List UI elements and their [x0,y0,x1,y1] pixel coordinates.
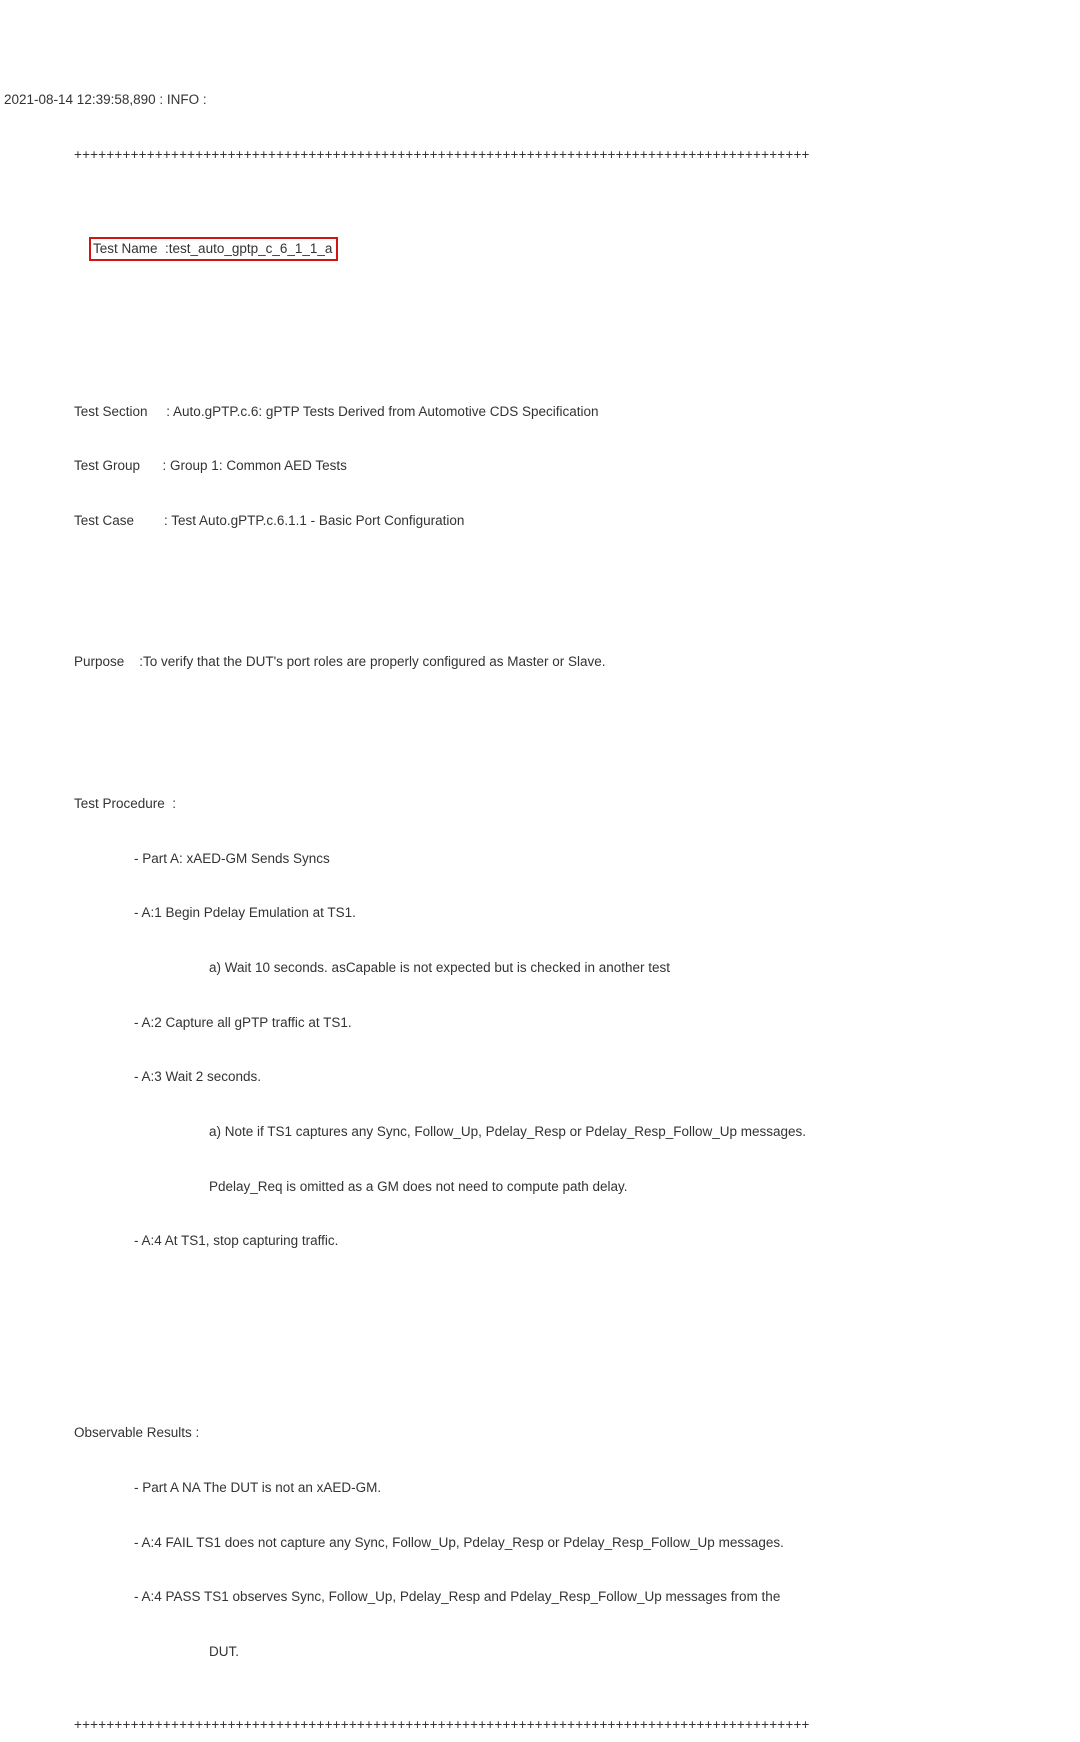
separator-bottom: ++++++++++++++++++++++++++++++++++++++++… [4,1716,1076,1734]
separator-top: ++++++++++++++++++++++++++++++++++++++++… [4,146,1076,164]
obs-line: - A:4 FAIL TS1 does not capture any Sync… [4,1534,1076,1552]
tp-step: - A:4 At TS1, stop capturing traffic. [4,1232,1076,1250]
tp-step: - A:1 Begin Pdelay Emulation at TS1. [4,904,1076,922]
tp-step: - A:2 Capture all gPTP traffic at TS1. [4,1014,1076,1032]
test-section: Test Section : Auto.gPTP.c.6: gPTP Tests… [4,403,1076,421]
log-page: { "header_ts": "2021-08-14 12:39:58,890 … [0,0,1080,1742]
obs-line: - Part A NA The DUT is not an xAED-GM. [4,1479,1076,1497]
tp-step: - A:3 Wait 2 seconds. [4,1068,1076,1086]
test-name-highlight: Test Name :test_auto_gptp_c_6_1_1_a [89,237,338,261]
obs-line: - A:4 PASS TS1 observes Sync, Follow_Up,… [4,1588,1076,1606]
tp-step: - Part A: xAED-GM Sends Syncs [4,850,1076,868]
tp-substep: Pdelay_Req is omitted as a GM does not n… [4,1178,1076,1196]
test-procedure-title: Test Procedure : [4,795,1076,813]
test-name-row: Test Name :test_auto_gptp_c_6_1_1_a [4,219,1076,280]
tp-substep: a) Note if TS1 captures any Sync, Follow… [4,1123,1076,1141]
test-purpose: Purpose :To verify that the DUT's port r… [4,653,1076,671]
test-group: Test Group : Group 1: Common AED Tests [4,457,1076,475]
obs-line-cont: DUT. [4,1643,1076,1661]
test-case: Test Case : Test Auto.gPTP.c.6.1.1 - Bas… [4,512,1076,530]
observable-results-title: Observable Results : [4,1424,1076,1442]
log-header: 2021-08-14 12:39:58,890 : INFO : [4,91,1076,109]
tp-substep: a) Wait 10 seconds. asCapable is not exp… [4,959,1076,977]
